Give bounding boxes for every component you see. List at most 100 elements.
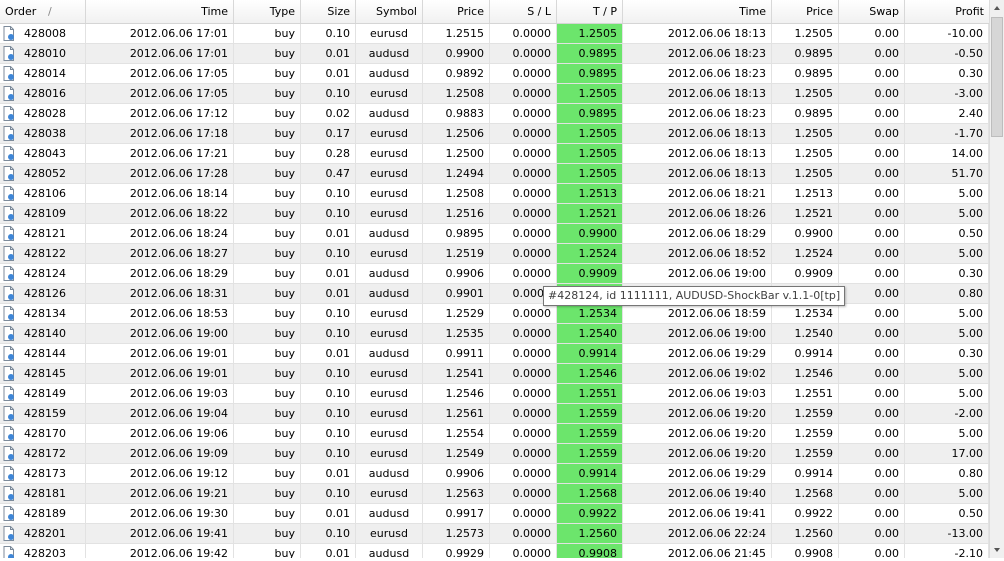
profit-cell-text: 0.80 [958,467,984,480]
time-cell: 2012.06.06 17:28 [86,164,234,183]
price-cell-text: 1.2516 [445,207,485,220]
type-cell-text: buy [274,287,295,300]
size-cell: 0.01 [301,504,356,523]
table-row[interactable]: 428144 2012.06.06 19:01 buy 0.01 audusd 0.991… [0,344,989,364]
tp-cell: 1.2505 [557,24,623,43]
time-cell-text: 2012.06.06 19:42 [129,547,228,558]
header-symbol[interactable]: Symbol [356,0,423,23]
symbol-cell: eurusd [356,404,423,423]
type-cell-text: buy [274,447,295,460]
table-row[interactable]: 428106 2012.06.06 18:14 buy 0.10 eurusd 1.250… [0,184,989,204]
profit-cell-text: 5.00 [958,187,984,200]
symbol-cell: audusd [356,464,423,483]
time-cell: 2012.06.06 19:21 [86,484,234,503]
swap-cell: 0.00 [839,404,905,423]
table-row[interactable]: 428189 2012.06.06 19:30 buy 0.01 audusd 0.991… [0,504,989,524]
table-row[interactable]: 428016 2012.06.06 17:05 buy 0.10 eurusd 1.250… [0,84,989,104]
header-tp[interactable]: T / P [557,0,623,23]
table-row[interactable]: 428028 2012.06.06 17:12 buy 0.02 audusd 0.988… [0,104,989,124]
tp-cell-text: 0.9895 [578,47,618,60]
header-time[interactable]: Time [86,0,234,23]
time-cell: 2012.06.06 17:18 [86,124,234,143]
close-time-cell-text: 2012.06.06 21:45 [667,547,766,558]
profit-cell: -3.00 [905,84,989,103]
close-price-cell-text: 1.2513 [794,187,834,200]
table-row[interactable]: 428201 2012.06.06 19:41 buy 0.10 eurusd 1.257… [0,524,989,544]
order-cell-text: 428181 [24,487,66,500]
table-row[interactable]: 428181 2012.06.06 19:21 buy 0.10 eurusd 1.256… [0,484,989,504]
sl-cell: 0.0000 [490,184,557,203]
header-sl[interactable]: S / L [490,0,557,23]
profit-cell-text: -13.00 [947,527,983,540]
sl-cell: 0.0000 [490,444,557,463]
symbol-cell: eurusd [356,204,423,223]
header-profit[interactable]: Profit [905,0,989,23]
table-row[interactable]: 428122 2012.06.06 18:27 buy 0.10 eurusd 1.251… [0,244,989,264]
vertical-scrollbar[interactable] [989,0,1004,558]
close-time-cell: 2012.06.06 18:23 [623,64,772,83]
order-cell-text: 428016 [24,87,66,100]
table-row[interactable]: 428134 2012.06.06 18:53 buy 0.10 eurusd 1.252… [0,304,989,324]
header-swap[interactable]: Swap [839,0,905,23]
table-row[interactable]: 428043 2012.06.06 17:21 buy 0.28 eurusd 1.250… [0,144,989,164]
profit-cell: 5.00 [905,304,989,323]
table-row[interactable]: 428121 2012.06.06 18:24 buy 0.01 audusd 0.989… [0,224,989,244]
symbol-cell: eurusd [356,124,423,143]
scroll-down-arrow-icon[interactable] [990,542,1004,558]
sl-cell: 0.0000 [490,384,557,403]
order-cell: 428134 [0,304,86,323]
symbol-cell-text: audusd [368,507,410,520]
profit-cell-text: 17.00 [951,447,984,460]
close-price-cell: 1.2505 [772,24,839,43]
scrollbar-thumb[interactable] [991,17,1003,137]
size-cell-text: 0.01 [325,507,351,520]
profit-cell-text: -2.10 [954,547,983,558]
swap-cell-text: 0.00 [874,307,900,320]
symbol-cell-text: eurusd [370,407,408,420]
price-cell-text: 0.9901 [445,287,485,300]
order-cell: 428172 [0,444,86,463]
type-cell-text: buy [274,427,295,440]
header-price[interactable]: Price [423,0,490,23]
table-row[interactable]: 428145 2012.06.06 19:01 buy 0.10 eurusd 1.254… [0,364,989,384]
header-order[interactable]: Order / [0,0,86,23]
type-cell-text: buy [274,387,295,400]
table-row[interactable]: 428149 2012.06.06 19:03 buy 0.10 eurusd 1.254… [0,384,989,404]
table-row[interactable]: 428008 2012.06.06 17:01 buy 0.10 eurusd 1.251… [0,24,989,44]
table-row[interactable]: 428140 2012.06.06 19:00 buy 0.10 eurusd 1.253… [0,324,989,344]
header-close-price[interactable]: Price [772,0,839,23]
sl-cell-text: 0.0000 [512,147,552,160]
type-cell-text: buy [274,367,295,380]
time-cell: 2012.06.06 18:22 [86,204,234,223]
table-row[interactable]: 428203 2012.06.06 19:42 buy 0.01 audusd 0.992… [0,544,989,558]
close-time-cell: 2012.06.06 19:40 [623,484,772,503]
table-row[interactable]: 428014 2012.06.06 17:05 buy 0.01 audusd 0.989… [0,64,989,84]
table-row[interactable]: 428124 2012.06.06 18:29 buy 0.01 audusd 0.990… [0,264,989,284]
symbol-cell-text: audusd [368,227,410,240]
table-row[interactable]: 428038 2012.06.06 17:18 buy 0.17 eurusd 1.250… [0,124,989,144]
sl-cell-text: 0.0000 [512,67,552,80]
order-cell: 428181 [0,484,86,503]
swap-cell: 0.00 [839,364,905,383]
size-cell: 0.10 [301,324,356,343]
type-cell: buy [234,44,301,63]
table-row[interactable]: 428109 2012.06.06 18:22 buy 0.10 eurusd 1.251… [0,204,989,224]
sl-cell-text: 0.0000 [512,487,552,500]
table-row[interactable]: 428159 2012.06.06 19:04 buy 0.10 eurusd 1.256… [0,404,989,424]
order-cell-text: 428173 [24,467,66,480]
price-cell-text: 0.9906 [445,267,485,280]
size-cell: 0.28 [301,144,356,163]
table-row[interactable]: 428052 2012.06.06 17:28 buy 0.47 eurusd 1.249… [0,164,989,184]
table-row[interactable]: 428170 2012.06.06 19:06 buy 0.10 eurusd 1.255… [0,424,989,444]
sl-cell: 0.0000 [490,64,557,83]
time-cell-text: 2012.06.06 18:31 [129,287,228,300]
table-row[interactable]: 428010 2012.06.06 17:01 buy 0.01 audusd 0.990… [0,44,989,64]
scroll-up-arrow-icon[interactable] [990,0,1004,16]
table-row[interactable]: 428173 2012.06.06 19:12 buy 0.01 audusd 0.990… [0,464,989,484]
size-cell: 0.10 [301,244,356,263]
header-close-time[interactable]: Time [623,0,772,23]
header-size[interactable]: Size [301,0,356,23]
close-price-cell-text: 0.9908 [794,547,834,558]
table-row[interactable]: 428172 2012.06.06 19:09 buy 0.10 eurusd 1.254… [0,444,989,464]
header-type[interactable]: Type [234,0,301,23]
